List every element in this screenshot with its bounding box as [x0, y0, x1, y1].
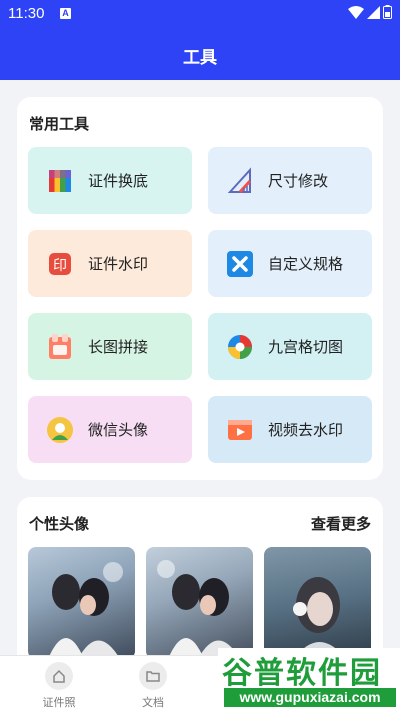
long-image-icon: [49, 333, 71, 359]
ruler-icon: [227, 166, 252, 193]
tool-custom-spec[interactable]: 自定义规格: [208, 230, 372, 297]
tool-label: 自定义规格: [268, 255, 344, 273]
tool-label: 视频去水印: [268, 421, 344, 439]
avatar-thumbnail[interactable]: [28, 547, 135, 659]
status-icons: [348, 5, 392, 19]
couple-photo-image: [48, 562, 123, 659]
tool-nine-grid[interactable]: 九宫格切图: [208, 313, 372, 380]
svg-text:印: 印: [53, 258, 67, 274]
aperture-icon: [228, 334, 252, 359]
tool-label: 微信头像: [88, 421, 149, 439]
video-icon: [228, 419, 252, 440]
tool-label: 长图拼接: [88, 338, 149, 356]
couple-photo-image: [157, 560, 240, 659]
tool-id-background[interactable]: 证件换底: [28, 147, 192, 214]
tool-label: 尺寸修改: [268, 172, 329, 190]
nav-label: 文档: [142, 696, 164, 709]
signal-icon: [367, 5, 380, 19]
girl-headphones-image: [293, 577, 346, 659]
tool-label: 证件水印: [88, 255, 149, 273]
custom-spec-icon: [227, 250, 253, 277]
nav-label: 证件照: [42, 696, 76, 709]
site-watermark: 谷普软件园 www.gupuxiazai.com: [218, 648, 400, 711]
color-swatch-icon: [49, 169, 71, 192]
tool-video-watermark[interactable]: 视频去水印: [208, 396, 372, 463]
folder-icon: [139, 662, 167, 690]
tool-long-image[interactable]: 长图拼接: [28, 313, 192, 380]
tool-label: 九宫格切图: [268, 338, 344, 356]
stamp-icon: 印: [49, 252, 71, 275]
avatars-title: 个性头像: [29, 515, 90, 533]
avatar-thumbnail[interactable]: [146, 547, 253, 659]
avatar-icon: [47, 416, 73, 443]
tool-id-watermark[interactable]: 印 证件水印: [28, 230, 192, 297]
tool-wechat-avatar[interactable]: 微信头像: [28, 396, 192, 463]
watermark-text: 谷普软件园: [222, 656, 382, 691]
page-title: 工具: [183, 48, 217, 68]
watermark-url: www.gupuxiazai.com: [224, 688, 396, 707]
status-time: 11:30: [8, 5, 45, 22]
tool-resize[interactable]: 尺寸修改: [208, 147, 372, 214]
wifi-icon: [348, 5, 364, 19]
common-tools-title: 常用工具: [29, 115, 90, 133]
see-more-link[interactable]: 查看更多: [311, 513, 371, 534]
nav-item-documents[interactable]: 文档: [123, 662, 183, 710]
avatar-thumbnail[interactable]: [264, 547, 371, 659]
common-tools-card: 常用工具 证件换底 尺寸修改 印 证件水印 自定义规格 长图拼接 九宫格切图 微…: [17, 97, 383, 480]
nav-item-id-photo[interactable]: 证件照: [29, 662, 89, 710]
notification-a-icon: A: [60, 8, 71, 19]
tool-label: 证件换底: [88, 172, 149, 190]
app-header: 11:30 A 工具: [0, 0, 400, 80]
home-icon: [45, 662, 73, 690]
battery-icon: [383, 5, 392, 19]
